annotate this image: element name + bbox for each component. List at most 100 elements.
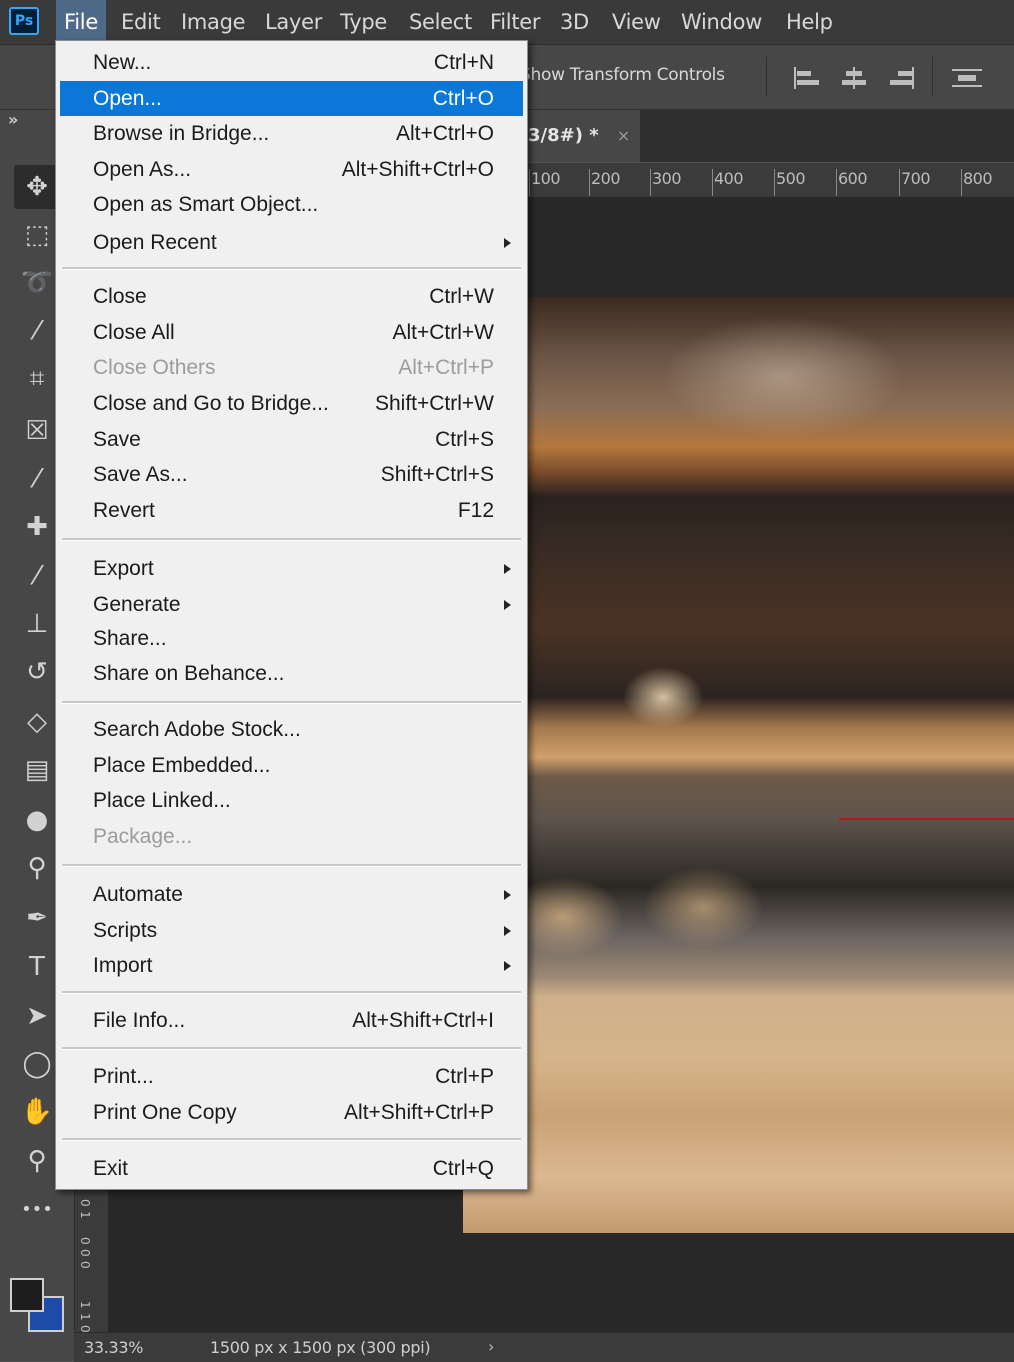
menu-item-search-adobe-stock[interactable]: Search Adobe Stock...	[60, 712, 523, 747]
photoshop-logo: Ps	[9, 7, 39, 35]
menu-file[interactable]: File	[56, 0, 106, 44]
menu-layer[interactable]: Layer	[257, 0, 330, 44]
eyedropper-tool-icon[interactable]: ⁄	[14, 457, 60, 501]
menu-separator	[62, 1047, 521, 1050]
path-selection-tool-icon[interactable]: ➤	[14, 994, 60, 1038]
menu-item-scripts[interactable]: Scripts	[60, 913, 523, 948]
menu-item-file-info[interactable]: File Info... Alt+Shift+Ctrl+I	[60, 1003, 523, 1038]
distribute-icon[interactable]	[952, 67, 982, 89]
ruler-label: 100	[531, 169, 561, 188]
menu-item-place-linked[interactable]: Place Linked...	[60, 783, 523, 818]
brush-tool-icon[interactable]: ⁄	[14, 554, 60, 598]
collapse-panel-icon[interactable]: »	[8, 110, 18, 129]
gradient-tool-icon[interactable]: ▤	[14, 748, 60, 792]
ruler-label: 200	[591, 169, 621, 188]
menu-select[interactable]: Select	[401, 0, 480, 44]
menu-item-print-one-copy[interactable]: Print One Copy Alt+Shift+Ctrl+P	[60, 1095, 523, 1130]
menu-edit[interactable]: Edit	[113, 0, 168, 44]
eraser-tool-icon[interactable]: ◇	[14, 700, 60, 744]
menu-separator	[62, 864, 521, 867]
blur-tool-icon[interactable]: ●	[14, 798, 60, 842]
menu-item-import[interactable]: Import	[60, 948, 523, 983]
menu-item-place-embedded[interactable]: Place Embedded...	[60, 748, 523, 783]
menu-item-generate[interactable]: Generate	[60, 587, 523, 622]
marquee-tool-icon[interactable]: ⬚	[14, 213, 60, 257]
document-tab[interactable]: 3/8#) * ×	[520, 110, 640, 162]
align-horizontal-centers-icon[interactable]	[842, 67, 868, 89]
menu-item-open-as-smart-object[interactable]: Open as Smart Object...	[60, 187, 523, 222]
menu-window[interactable]: Window	[673, 0, 770, 44]
submenu-arrow-icon	[504, 238, 511, 248]
zoom-level[interactable]: 33.33%	[84, 1338, 144, 1357]
ruler-label: 1	[78, 1301, 92, 1309]
menu-view[interactable]: View	[604, 0, 669, 44]
menu-help[interactable]: Help	[778, 0, 841, 44]
menu-item-open-as[interactable]: Open As... Alt+Shift+Ctrl+O	[60, 152, 523, 187]
ruler-label: 1	[78, 1211, 92, 1219]
menu-item-revert[interactable]: Revert F12	[60, 493, 523, 528]
ruler-label: 1	[78, 1313, 92, 1321]
ruler-label: 400	[714, 169, 744, 188]
lasso-tool-icon[interactable]: ➰	[14, 261, 60, 305]
healing-tool-icon[interactable]: ✚	[14, 505, 60, 549]
document-tab-title: 3/8#) *	[528, 125, 599, 146]
ruler-label: 0	[78, 1237, 92, 1245]
options-divider	[766, 57, 767, 97]
edit-toolbar-icon[interactable]: •••	[14, 1188, 60, 1232]
menu-filter[interactable]: Filter	[482, 0, 548, 44]
menu-item-print[interactable]: Print... Ctrl+P	[60, 1059, 523, 1094]
submenu-arrow-icon	[504, 890, 511, 900]
menu-item-package: Package...	[93, 825, 193, 848]
ruler-label: 600	[838, 169, 868, 188]
stamp-tool-icon[interactable]: ⊥	[14, 602, 60, 646]
menu-item-close-all[interactable]: Close All Alt+Ctrl+W	[60, 315, 523, 350]
menu-item-share-on-behance[interactable]: Share on Behance...	[60, 656, 523, 691]
menu-item-automate[interactable]: Automate	[60, 877, 523, 912]
ruler-label: 800	[963, 169, 993, 188]
guide-line[interactable]	[839, 818, 1014, 820]
submenu-arrow-icon	[504, 600, 511, 610]
ruler-label: 500	[776, 169, 806, 188]
ruler-label: 700	[901, 169, 931, 188]
move-tool-icon[interactable]: ✥	[14, 165, 60, 209]
ruler-label: 0	[78, 1249, 92, 1257]
crop-tool-icon[interactable]: ⌗	[14, 357, 60, 401]
menu-item-open-recent[interactable]: Open Recent	[60, 225, 523, 260]
menu-item-new[interactable]: New... Ctrl+N	[60, 45, 523, 80]
hand-tool-icon[interactable]: ✋	[14, 1090, 60, 1134]
menu-item-save[interactable]: Save Ctrl+S	[60, 422, 523, 457]
align-right-edges-icon[interactable]	[890, 67, 916, 89]
menu-item-browse-in-bridge[interactable]: Browse in Bridge... Alt+Ctrl+O	[60, 116, 523, 151]
menu-3d[interactable]: 3D	[552, 0, 597, 44]
file-menu-dropdown: New... Ctrl+N Open... Ctrl+O Browse in Bri…	[55, 40, 528, 1190]
menu-image[interactable]: Image	[173, 0, 253, 44]
menu-bar: Ps File Edit Image Layer Type Select Fil…	[0, 0, 1014, 45]
type-tool-icon[interactable]: T	[14, 945, 60, 989]
frame-tool-icon[interactable]: ☒	[14, 409, 60, 453]
menu-type[interactable]: Type	[332, 0, 395, 44]
menu-item-export[interactable]: Export	[60, 551, 523, 586]
foreground-color-swatch[interactable]	[10, 1278, 44, 1312]
magic-wand-tool-icon[interactable]: ⁄	[14, 309, 60, 353]
dodge-tool-icon[interactable]: ⚲	[14, 846, 60, 890]
menu-item-close-and-go-to-bridge[interactable]: Close and Go to Bridge... Shift+Ctrl+W	[60, 386, 523, 421]
close-icon[interactable]: ×	[617, 126, 630, 145]
menu-item-share[interactable]: Share...	[60, 621, 523, 656]
history-brush-tool-icon[interactable]: ↺	[14, 650, 60, 694]
menu-item-exit[interactable]: Exit Ctrl+Q	[60, 1151, 523, 1186]
ruler-label: 0	[78, 1199, 92, 1207]
pen-tool-icon[interactable]: ✒	[14, 896, 60, 940]
ellipse-tool-icon[interactable]: ◯	[14, 1042, 60, 1086]
menu-separator	[62, 1138, 521, 1141]
menu-item-close[interactable]: Close Ctrl+W	[60, 279, 523, 314]
submenu-arrow-icon	[504, 961, 511, 971]
menu-separator	[62, 701, 521, 704]
chevron-right-icon[interactable]: ›	[488, 1337, 494, 1356]
show-transform-controls-checkbox[interactable]: Show Transform Controls	[520, 65, 725, 85]
zoom-tool-icon[interactable]: ⚲	[14, 1139, 60, 1183]
menu-separator	[62, 991, 521, 994]
menu-item-open[interactable]: Open... Ctrl+O	[60, 81, 523, 116]
menu-item-close-others: Close Others Alt+Ctrl+P	[93, 356, 494, 379]
align-left-edges-icon[interactable]	[794, 67, 820, 89]
menu-item-save-as[interactable]: Save As... Shift+Ctrl+S	[60, 457, 523, 492]
